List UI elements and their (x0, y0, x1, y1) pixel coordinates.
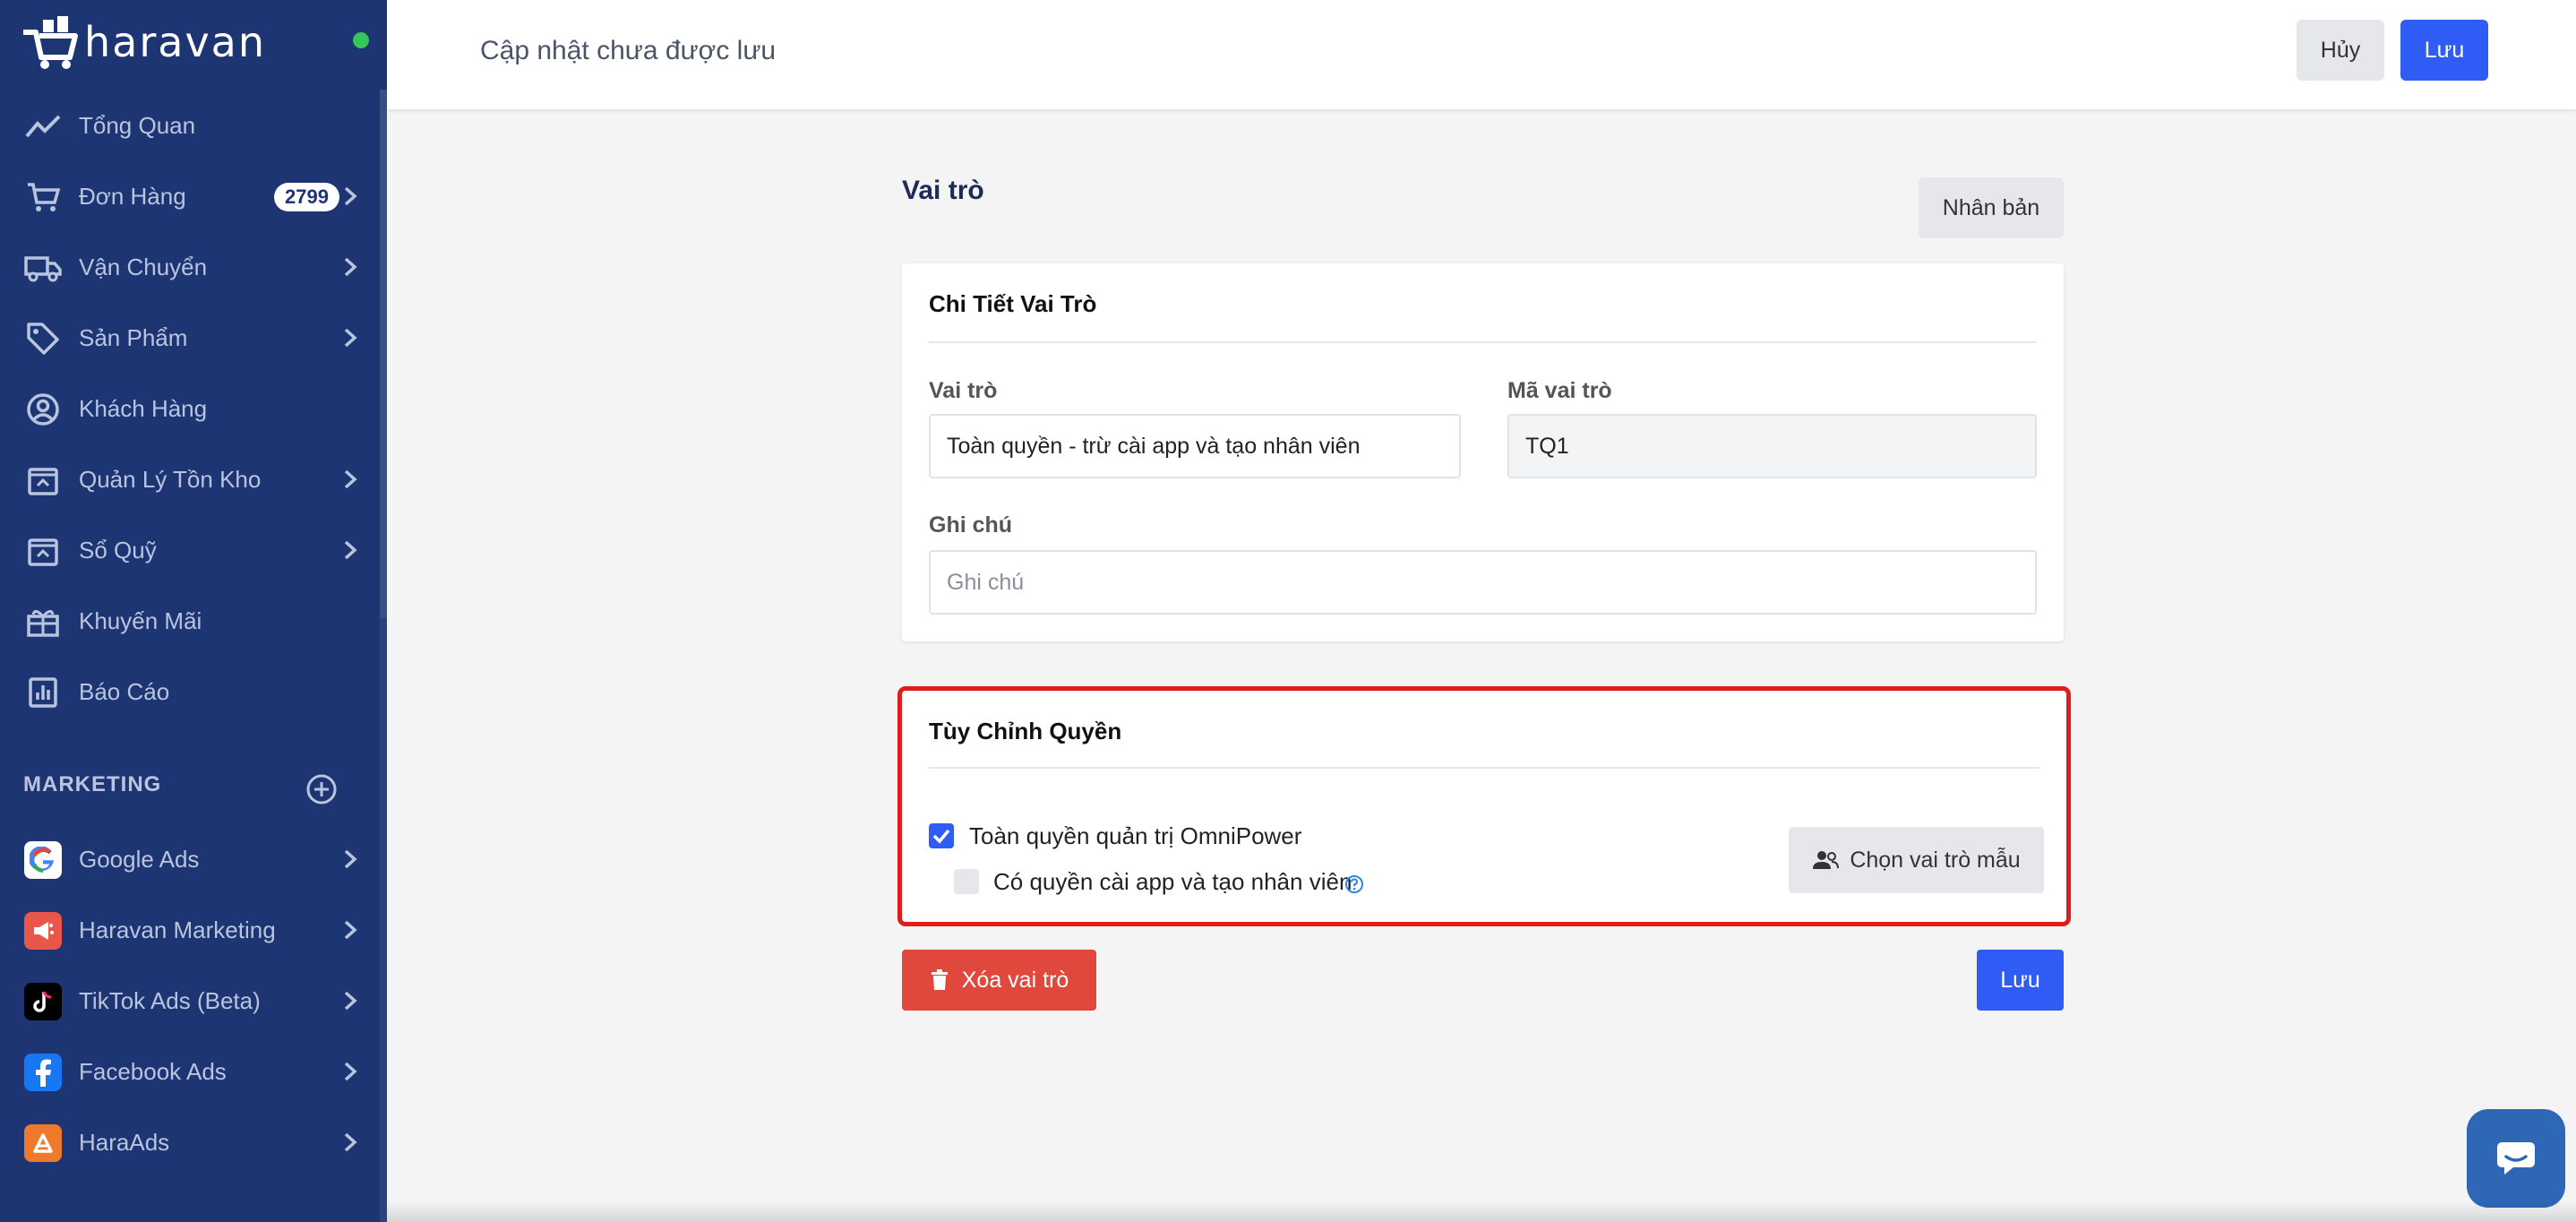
sidebar-item-label: Báo Cáo (79, 678, 170, 705)
delete-role-button[interactable]: Xóa vai trò (902, 950, 1096, 1011)
sidebar-scrollbar-track[interactable] (380, 618, 387, 1222)
marketing-section-label: MARKETING (23, 772, 162, 796)
choose-template-role-button[interactable]: Chọn vai trò mẫu (1789, 827, 2044, 893)
add-channel-icon[interactable] (305, 772, 339, 806)
sidebar-item-label: Sổ Quỹ (79, 537, 157, 564)
google-icon (24, 840, 62, 879)
sidebar-item-so-quy[interactable]: Sổ Quỹ (0, 515, 380, 586)
chevron-right-icon (344, 540, 357, 560)
sidebar-item-van-chuyen[interactable]: Vận Chuyển (0, 232, 380, 303)
install-app-checkbox[interactable] (954, 869, 979, 894)
save-button-top[interactable]: Lưu (2400, 20, 2488, 81)
sidebar-item-label: TikTok Ads (Beta) (79, 987, 261, 1014)
gift-icon (23, 602, 63, 641)
role-code-label: Mã vai trò (1507, 378, 1612, 403)
cancel-button[interactable]: Hủy (2297, 20, 2384, 81)
chevron-right-icon (344, 257, 357, 277)
haravan-logo-icon (23, 16, 78, 69)
delete-role-label: Xóa vai trò (961, 967, 1069, 993)
order-count-badge: 2799 (274, 183, 339, 211)
role-code-input[interactable] (1507, 414, 2037, 478)
sidebar-item-bao-cao[interactable]: Báo Cáo (0, 657, 380, 727)
sidebar-item-label: HaraAds (79, 1129, 170, 1156)
tiktok-icon (24, 982, 62, 1020)
sidebar-scrollbar-thumb[interactable] (380, 90, 387, 618)
sidebar-item-facebook-ads[interactable]: Facebook Ads (0, 1037, 380, 1107)
role-details-card: Chi Tiết Vai Trò Vai trò Mã vai trò Ghi … (902, 263, 2064, 641)
sidebar-item-don-hang[interactable]: Đơn Hàng 2799 (0, 161, 380, 232)
custom-permissions-card: Tùy Chỉnh Quyền Toàn quyền quản trị Omni… (897, 686, 2071, 926)
brand-name: haravan (84, 18, 267, 66)
divider (929, 767, 2039, 769)
note-input[interactable] (929, 550, 2037, 615)
check-icon (932, 829, 950, 844)
chevron-right-icon (344, 991, 357, 1011)
chevron-right-icon (344, 469, 357, 489)
sidebar-item-label: Facebook Ads (79, 1058, 227, 1085)
chevron-right-icon (344, 328, 357, 348)
divider (929, 341, 2037, 343)
chat-icon (2497, 1142, 2535, 1175)
custom-permissions-title: Tùy Chỉnh Quyền (929, 718, 1122, 744)
sidebar-item-google-ads[interactable]: Google Ads (0, 824, 380, 895)
chevron-right-icon (344, 849, 357, 869)
users-icon (1813, 851, 1840, 869)
sidebar-item-label: Sản Phẩm (79, 324, 188, 351)
trash-icon (931, 969, 948, 990)
sidebar-item-label: Đơn Hàng (79, 183, 186, 210)
unsaved-changes-title: Cập nhật chưa được lưu (480, 36, 777, 65)
cart-icon (23, 177, 63, 217)
install-app-label[interactable]: Có quyền cài app và tạo nhân viên (993, 868, 1352, 896)
user-circle-icon (23, 390, 63, 429)
sidebar-item-san-pham[interactable]: Sản Phẩm (0, 303, 380, 374)
sidebar-item-haravan-marketing[interactable]: Haravan Marketing (0, 895, 380, 966)
full-admin-checkbox[interactable] (929, 823, 954, 848)
duplicate-button[interactable]: Nhân bản (1919, 177, 2064, 238)
chevron-right-icon (344, 1132, 357, 1152)
cashbook-icon (23, 531, 63, 571)
chevron-right-icon (344, 1062, 357, 1081)
sidebar-item-label: Khách Hàng (79, 395, 208, 422)
sidebar-item-quan-ly-ton-kho[interactable]: Quản Lý Tồn Kho (0, 444, 380, 515)
topbar: Cập nhật chưa được lưu Hủy Lưu (387, 0, 2576, 109)
sidebar-item-label: Khuyến Mãi (79, 607, 202, 634)
chevron-right-icon (344, 920, 357, 940)
sidebar: haravan Tổng Quan Đơn Hàng 2799 Vận Chuy… (0, 0, 387, 1222)
chevron-right-icon (344, 186, 357, 206)
role-name-label: Vai trò (929, 378, 998, 403)
brand-logo[interactable]: haravan (18, 13, 266, 72)
note-label: Ghi chú (929, 512, 1013, 538)
sidebar-item-khuyen-mai[interactable]: Khuyến Mãi (0, 586, 380, 657)
sidebar-item-tiktok-ads[interactable]: TikTok Ads (Beta) (0, 966, 380, 1037)
page-title: Vai trò (902, 176, 984, 205)
inventory-icon (23, 460, 63, 500)
sidebar-item-label: Quản Lý Tồn Kho (79, 466, 262, 493)
full-admin-label[interactable]: Toàn quyền quản trị OmniPower (969, 822, 1301, 850)
haraads-icon (24, 1123, 62, 1162)
bottom-shadow (387, 1200, 2576, 1222)
sidebar-item-tong-quan[interactable]: Tổng Quan (0, 90, 380, 161)
report-icon (23, 673, 63, 712)
tag-icon (23, 319, 63, 358)
help-icon[interactable] (1344, 874, 1364, 894)
save-button-bottom[interactable]: Lưu (1977, 950, 2064, 1011)
sidebar-item-label: Tổng Quan (79, 112, 196, 139)
sidebar-item-haraads[interactable]: HaraAds (0, 1107, 380, 1178)
sidebar-item-khach-hang[interactable]: Khách Hàng (0, 374, 380, 444)
online-status-dot (353, 32, 369, 48)
role-name-input[interactable] (929, 414, 1461, 478)
sidebar-item-label: Vận Chuyển (79, 254, 208, 280)
trend-icon (23, 107, 63, 146)
megaphone-icon (24, 911, 62, 950)
facebook-icon (24, 1053, 62, 1091)
sidebar-item-label: Google Ads (79, 846, 200, 873)
chat-support-button[interactable] (2467, 1109, 2565, 1208)
sidebar-item-label: Haravan Marketing (79, 916, 276, 943)
choose-template-role-label: Chọn vai trò mẫu (1850, 847, 2021, 873)
truck-icon (23, 248, 63, 288)
role-details-title: Chi Tiết Vai Trò (929, 290, 1097, 317)
